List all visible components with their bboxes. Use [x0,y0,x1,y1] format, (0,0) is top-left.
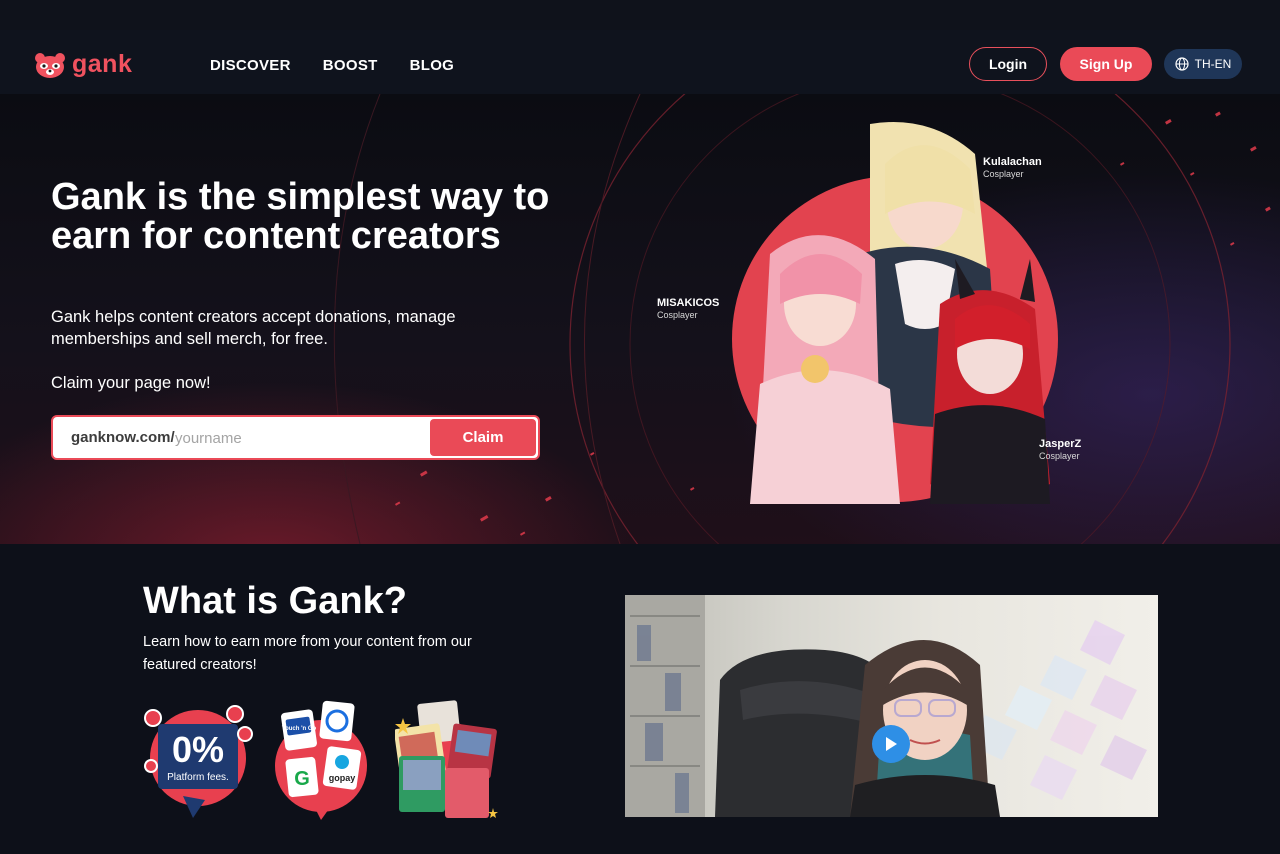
claim-username-input[interactable] [175,426,425,450]
claim-form: ganknow.com/ Claim [51,415,540,460]
creator-role: Cosplayer [657,310,698,320]
fee-percent-text: 0% [172,729,224,770]
play-icon [886,737,897,751]
claim-url-prefix: ganknow.com/ [71,429,175,446]
feature-illustrations: 0% Platform fees. Touch 'n Go G gopay [143,696,513,824]
claim-button[interactable]: Claim [430,419,536,456]
video-scene [625,595,1147,817]
play-button[interactable] [872,725,910,763]
creator-label-kulalachan[interactable]: Kulalachan Cosplayer [983,156,1042,180]
top-strip [0,0,1280,30]
payment-methods-illustration: Touch 'n Go G gopay [275,700,367,820]
gopay-label: gopay [329,773,356,783]
hero-subtitle: Gank helps content creators accept donat… [51,308,456,348]
zero-fee-illustration: 0% Platform fees. [144,705,253,818]
red-panda-icon [35,52,65,78]
creator-name: Kulalachan [983,156,1042,168]
language-label: TH-EN [1194,57,1232,71]
merch-cards-illustration [395,700,498,818]
nav-link-boost[interactable]: BOOST [323,57,378,74]
navbar: gank DISCOVER BOOST BLOG Login Sign Up T… [0,30,1280,94]
touchngo-label: Touch 'n Go [282,726,317,732]
hero-section: Gank is the simplest way to earn for con… [0,94,1280,544]
creator-label-misakicos[interactable]: MISAKICOS Cosplayer [657,297,719,321]
language-selector[interactable]: TH-EN [1164,49,1242,79]
signup-button[interactable]: Sign Up [1060,47,1152,81]
creator-name: JasperZ [1039,438,1082,450]
logo-text: gank [72,50,133,78]
nav-links: DISCOVER BOOST BLOG [210,57,454,74]
what-is-gank-title: What is Gank? [143,580,407,622]
what-is-gank-subtitle: Learn how to earn more from your content… [143,634,472,673]
globe-icon [1175,57,1189,71]
grab-label: G [294,768,310,790]
login-button[interactable]: Login [969,47,1047,81]
logo[interactable]: gank [34,50,132,79]
creator-name: MISAKICOS [657,297,720,309]
hero-title: Gank is the simplest way to earn for con… [51,176,550,257]
creator-role: Cosplayer [983,169,1024,179]
nav-link-discover[interactable]: DISCOVER [210,57,291,74]
intro-video-thumbnail[interactable] [625,595,1158,817]
nav-link-blog[interactable]: BLOG [410,57,455,74]
claim-prompt: Claim your page now! [51,374,211,392]
creator-label-jasperz[interactable]: JasperZ Cosplayer [1039,438,1081,462]
fee-caption-text: Platform fees. [167,772,229,783]
creator-role: Cosplayer [1039,451,1080,461]
